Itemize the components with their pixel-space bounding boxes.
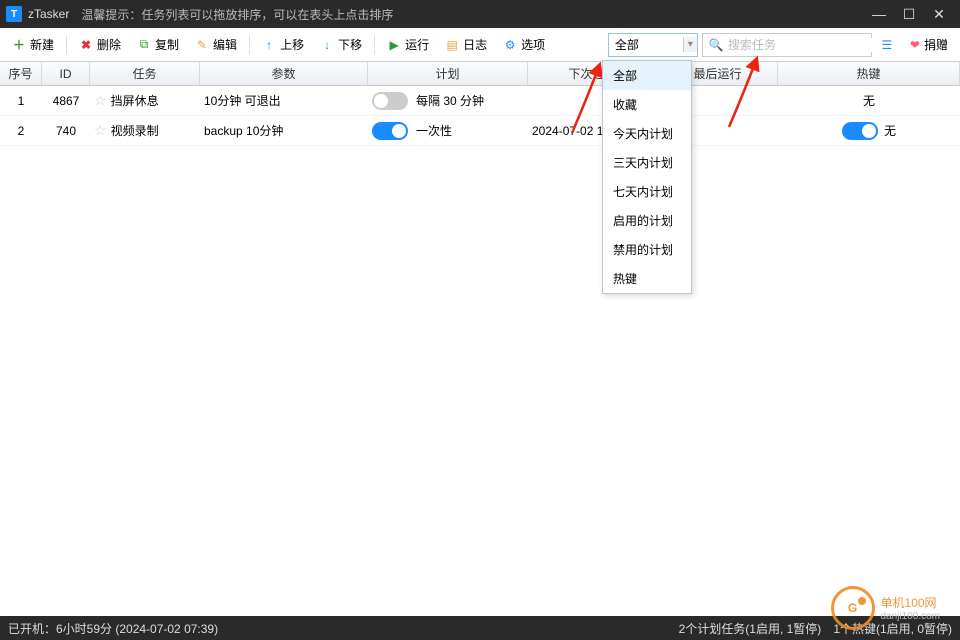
plus-icon: ＋ bbox=[12, 38, 26, 52]
statusbar: 已开机：6小时59分 (2024-07-02 07:39) 2个计划任务(1启用… bbox=[0, 616, 960, 640]
arrow-down-icon: ↓ bbox=[320, 38, 334, 52]
cell-param: 10分钟 可退出 bbox=[200, 86, 368, 115]
app-icon: T bbox=[6, 6, 22, 22]
log-icon: ▤ bbox=[445, 38, 459, 52]
chevron-down-icon: ▾ bbox=[683, 37, 697, 52]
filter-dropdown[interactable]: 全部收藏今天内计划三天内计划七天内计划启用的计划禁用的计划热键 bbox=[602, 60, 692, 294]
cell-seq: 1 bbox=[0, 86, 42, 115]
filter-option[interactable]: 七天内计划 bbox=[603, 177, 691, 206]
star-icon[interactable]: ☆ bbox=[94, 92, 107, 109]
enable-toggle[interactable] bbox=[372, 92, 408, 110]
cell-id: 4867 bbox=[42, 86, 90, 115]
edit-button[interactable]: ✎ 编辑 bbox=[187, 32, 245, 57]
search-icon: 🔍 bbox=[709, 38, 724, 52]
move-down-button[interactable]: ↓ 下移 bbox=[312, 32, 370, 57]
filter-option[interactable]: 禁用的计划 bbox=[603, 235, 691, 264]
header-param[interactable]: 参数 bbox=[200, 62, 368, 85]
filter-option[interactable]: 今天内计划 bbox=[603, 119, 691, 148]
header-hotkey[interactable]: 热键 bbox=[778, 62, 960, 85]
filter-value: 全部 bbox=[615, 36, 639, 53]
copy-button[interactable]: ⧉ 复制 bbox=[129, 32, 187, 57]
search-input-wrap[interactable]: 🔍 bbox=[702, 33, 872, 57]
delete-label: 删除 bbox=[97, 36, 121, 53]
copy-label: 复制 bbox=[155, 36, 179, 53]
up-label: 上移 bbox=[280, 36, 304, 53]
run-button[interactable]: ▶ 运行 bbox=[379, 32, 437, 57]
options-button[interactable]: ⚙ 选项 bbox=[495, 32, 553, 57]
log-button[interactable]: ▤ 日志 bbox=[437, 32, 495, 57]
watermark-name: 单机100网 bbox=[881, 594, 940, 611]
header-plan[interactable]: 计划 bbox=[368, 62, 528, 85]
new-label: 新建 bbox=[30, 36, 54, 53]
search-input[interactable] bbox=[728, 38, 883, 52]
delete-button[interactable]: ✖ 删除 bbox=[71, 32, 129, 57]
status-uptime: 已开机：6小时59分 (2024-07-02 07:39) bbox=[8, 620, 218, 637]
cell-param: backup 10分钟 bbox=[200, 116, 368, 145]
heart-icon: ❤ bbox=[910, 38, 920, 52]
donate-button[interactable]: ❤ 捐赠 bbox=[902, 36, 956, 53]
filter-option[interactable]: 热键 bbox=[603, 264, 691, 293]
down-label: 下移 bbox=[338, 36, 362, 53]
cell-seq: 2 bbox=[0, 116, 42, 145]
star-icon[interactable]: ☆ bbox=[94, 122, 107, 139]
gear-icon: ⚙ bbox=[503, 38, 517, 52]
filter-option[interactable]: 三天内计划 bbox=[603, 148, 691, 177]
watermark-logo: G bbox=[831, 586, 875, 630]
arrow-up-icon: ↑ bbox=[262, 38, 276, 52]
titlebar-tip: 温馨提示：任务列表可以拖放排序，可以在表头上点击排序 bbox=[81, 6, 864, 23]
header-seq[interactable]: 序号 bbox=[0, 62, 42, 85]
watermark-url: danji100.com bbox=[881, 611, 940, 622]
filter-option[interactable]: 收藏 bbox=[603, 90, 691, 119]
cell-task: ☆视频录制 bbox=[90, 116, 200, 145]
filter-select[interactable]: 全部 ▾ bbox=[608, 33, 698, 57]
hotkey-toggle[interactable] bbox=[842, 122, 878, 140]
delete-icon: ✖ bbox=[79, 38, 93, 52]
close-button[interactable]: ✕ bbox=[924, 6, 954, 23]
run-label: 运行 bbox=[405, 36, 429, 53]
app-name: zTasker bbox=[28, 7, 69, 21]
enable-toggle[interactable] bbox=[372, 122, 408, 140]
watermark: G 单机100网 danji100.com bbox=[831, 586, 940, 630]
titlebar: T zTasker 温馨提示：任务列表可以拖放排序，可以在表头上点击排序 — ☐… bbox=[0, 0, 960, 28]
cell-id: 740 bbox=[42, 116, 90, 145]
list-view-button[interactable]: ☰ bbox=[876, 34, 898, 56]
maximize-button[interactable]: ☐ bbox=[894, 6, 924, 23]
cell-plan: 每隔 30 分钟 bbox=[368, 86, 528, 115]
log-label: 日志 bbox=[463, 36, 487, 53]
cell-hotkey: 无 bbox=[778, 86, 960, 115]
edit-label: 编辑 bbox=[213, 36, 237, 53]
filter-option[interactable]: 全部 bbox=[603, 61, 691, 90]
play-icon: ▶ bbox=[387, 38, 401, 52]
donate-label: 捐赠 bbox=[924, 36, 948, 53]
table-row[interactable]: 2740☆视频录制backup 10分钟一次性2024-07-02 18:30无 bbox=[0, 116, 960, 146]
cell-plan: 一次性 bbox=[368, 116, 528, 145]
cell-hotkey: 无 bbox=[778, 116, 960, 145]
table-header[interactable]: 序号 ID 任务 参数 计划 下次运行 最后运行 热键 bbox=[0, 62, 960, 86]
task-table-body: 14867☆挡屏休息10分钟 可退出每隔 30 分钟无2740☆视频录制back… bbox=[0, 86, 960, 146]
edit-icon: ✎ bbox=[195, 38, 209, 52]
status-tasks: 2个计划任务(1启用, 1暂停) bbox=[679, 620, 822, 637]
toolbar: ＋ 新建 ✖ 删除 ⧉ 复制 ✎ 编辑 ↑ 上移 ↓ 下移 ▶ 运行 ▤ 日志 ⚙ 选项 全部 ▾… bbox=[0, 28, 960, 62]
header-id[interactable]: ID bbox=[42, 62, 90, 85]
header-task[interactable]: 任务 bbox=[90, 62, 200, 85]
new-button[interactable]: ＋ 新建 bbox=[4, 32, 62, 57]
filter-option[interactable]: 启用的计划 bbox=[603, 206, 691, 235]
table-row[interactable]: 14867☆挡屏休息10分钟 可退出每隔 30 分钟 无 bbox=[0, 86, 960, 116]
move-up-button[interactable]: ↑ 上移 bbox=[254, 32, 312, 57]
minimize-button[interactable]: — bbox=[864, 6, 894, 22]
copy-icon: ⧉ bbox=[137, 38, 151, 52]
cell-task: ☆挡屏休息 bbox=[90, 86, 200, 115]
options-label: 选项 bbox=[521, 36, 545, 53]
